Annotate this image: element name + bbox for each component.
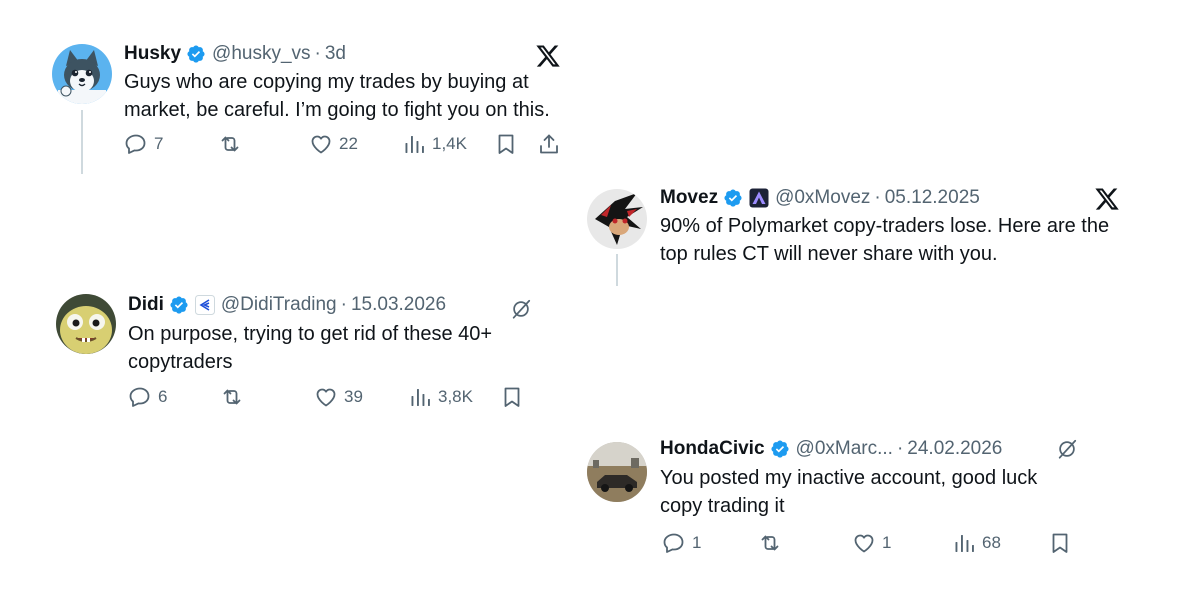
share-icon [537, 132, 561, 156]
post-date[interactable]: 24.02.2026 [907, 438, 1002, 460]
author-name[interactable]: Movez [660, 187, 718, 209]
author-name[interactable]: HondaCivic [660, 438, 765, 460]
post-header: Movez @0xMovez · 05.12.2025 [660, 185, 980, 211]
author-handle[interactable]: @DidiTrading [221, 294, 337, 316]
reply-icon [128, 385, 152, 409]
author-handle[interactable]: @0xMovez [775, 187, 870, 209]
like-button[interactable]: 39 [314, 382, 363, 412]
post-header: Husky @husky_vs · 3d [124, 41, 346, 67]
separator-dot: · [874, 187, 881, 208]
post-date[interactable]: 3d [325, 43, 346, 65]
reply-count: 6 [158, 387, 168, 406]
reply-button[interactable]: 1 [662, 528, 701, 558]
separator-dot: · [340, 294, 347, 315]
avatar-didi[interactable] [56, 294, 116, 354]
action-bar: 7 22 1,4K [124, 129, 564, 159]
views-chart-icon [402, 132, 426, 156]
post-text: Guys who are copying my trades by buying… [124, 71, 550, 121]
views-chart-icon [952, 531, 976, 555]
grok-icon[interactable] [510, 298, 532, 320]
verified-badge-icon [169, 295, 189, 315]
affiliate-badge-icon [194, 295, 215, 315]
bookmark-button[interactable] [500, 382, 524, 412]
avatar-husky[interactable] [52, 44, 112, 104]
reply-count: 1 [692, 533, 702, 552]
bookmark-icon [494, 132, 518, 156]
like-button[interactable]: 1 [852, 528, 891, 558]
post-header: HondaCivic @0xMarc... · 24.02.2026 [660, 436, 1002, 462]
views-button[interactable]: 3,8K [408, 382, 473, 412]
verified-badge-icon [770, 439, 790, 459]
reply-count: 7 [154, 134, 164, 153]
repost-icon [220, 385, 244, 409]
repost-button[interactable] [758, 528, 782, 558]
bookmark-button[interactable] [1048, 528, 1072, 558]
bookmark-button[interactable] [494, 129, 518, 159]
post-date[interactable]: 15.03.2026 [351, 294, 446, 316]
repost-button[interactable] [220, 382, 244, 412]
view-count: 1,4K [432, 134, 467, 153]
views-button[interactable]: 1,4K [402, 129, 467, 159]
reply-icon [124, 132, 148, 156]
view-count: 68 [982, 533, 1001, 552]
separator-dot: · [896, 438, 904, 459]
reply-button[interactable]: 6 [128, 382, 167, 412]
author-name[interactable]: Husky [124, 43, 181, 65]
post-text: On purpose, trying to get rid of these 4… [128, 323, 493, 373]
heart-icon [852, 531, 876, 555]
author-handle[interactable]: @0xMarc... [796, 438, 893, 460]
verified-badge-icon [186, 44, 206, 64]
post-text: 90% of Polymarket copy-traders lose. Her… [660, 215, 1110, 265]
separator-dot: · [314, 43, 321, 64]
post-header: Didi @DidiTrading · 15.03.2026 [128, 292, 446, 318]
repost-button[interactable] [218, 129, 242, 159]
affiliate-badge-icon [749, 188, 769, 208]
reply-button[interactable]: 7 [124, 129, 163, 159]
action-bar: 6 39 3,8K [128, 382, 528, 412]
repost-icon [218, 132, 242, 156]
avatar-movez[interactable] [587, 189, 647, 249]
post-date[interactable]: 05.12.2025 [885, 187, 980, 209]
x-logo-icon [535, 43, 561, 69]
bookmark-icon [1048, 531, 1072, 555]
view-count: 3,8K [438, 387, 473, 406]
like-count: 39 [344, 387, 363, 406]
like-button[interactable]: 22 [309, 129, 358, 159]
post-text: You posted my inactive account, good luc… [660, 467, 1038, 517]
thread-line [616, 254, 618, 286]
views-chart-icon [408, 385, 432, 409]
bookmark-icon [500, 385, 524, 409]
share-button[interactable] [537, 129, 561, 159]
like-count: 1 [882, 533, 892, 552]
avatar-hondacivic[interactable] [587, 442, 647, 502]
author-handle[interactable]: @husky_vs [212, 43, 311, 65]
repost-icon [758, 531, 782, 555]
verified-badge-icon [723, 188, 743, 208]
x-logo-icon [1094, 186, 1120, 212]
like-count: 22 [339, 134, 358, 153]
heart-icon [314, 385, 338, 409]
reply-icon [662, 531, 686, 555]
grok-icon[interactable] [1056, 438, 1078, 460]
action-bar: 1 1 68 [662, 528, 1082, 558]
author-name[interactable]: Didi [128, 294, 164, 316]
heart-icon [309, 132, 333, 156]
thread-line [81, 110, 83, 174]
views-button[interactable]: 68 [952, 528, 1001, 558]
